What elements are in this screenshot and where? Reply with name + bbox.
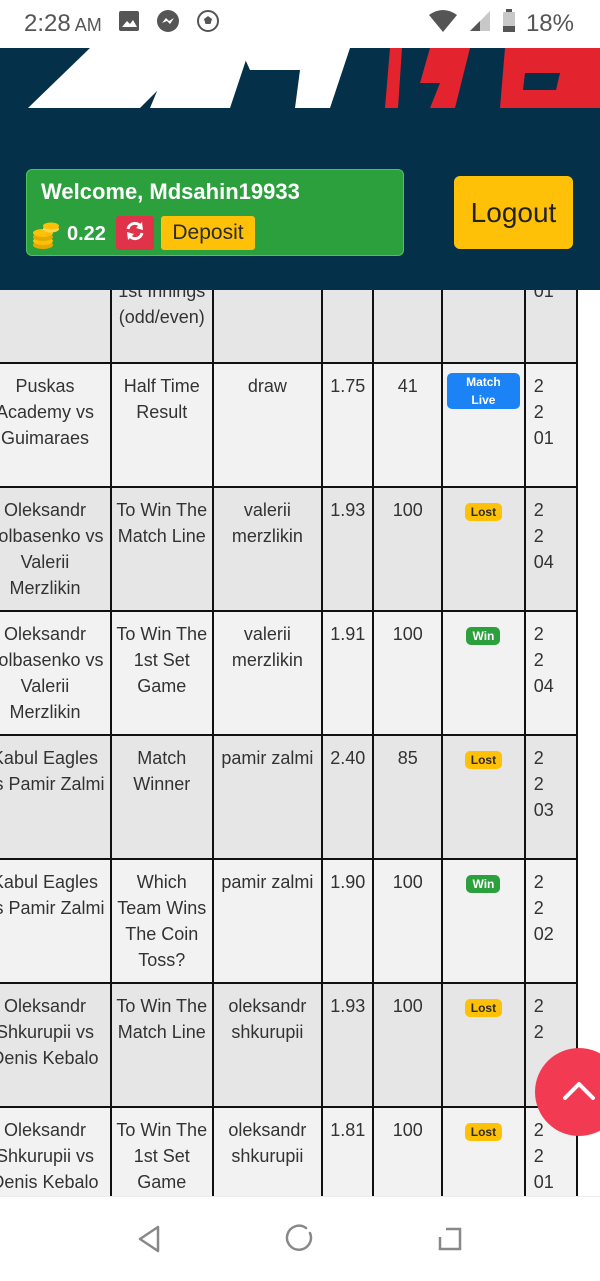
table-row: Oleksandr Kolbasenko vs Valerii Merzliki… [0,610,579,736]
table-row: Oleksandr Shkurupii vs Denis Kebalo To W… [0,982,579,1108]
table-row: Kabul Eagles vs Pamir Zalmi Which Team W… [0,858,579,984]
date-cell: 2 2 03 [523,734,579,860]
table-row: 1st Innings (odd/even) 01 [0,290,579,364]
odds-cell: 1.75 [321,362,375,488]
match-cell: Kabul Eagles vs Pamir Zalmi [0,734,112,860]
market-cell: Match Winner [109,734,214,860]
bets-table-container[interactable]: 1st Innings (odd/even) 01 Puskas Academy… [0,290,600,1196]
match-cell: Oleksandr Kolbasenko vs Valerii Merzliki… [0,610,112,736]
odds-cell: 1.93 [321,982,375,1108]
status-badge: Lost [464,1123,503,1141]
odds-cell: 2.40 [321,734,375,860]
refresh-balance-button[interactable] [116,216,154,250]
date-cell: 2 2 04 [523,486,579,612]
clock: 2:28 AM [24,10,102,37]
odds-cell: 1.93 [321,486,375,612]
recents-icon[interactable] [432,1221,468,1257]
status-badge: Lost [464,751,503,769]
table-row: Kabul Eagles vs Pamir Zalmi Match Winner… [0,734,579,860]
match-cell: Oleksandr Shkurupii vs Denis Kebalo [0,1106,112,1196]
odds-cell: 1.91 [321,610,375,736]
date-cell: 2 2 04 [523,610,579,736]
status-cell: Win [441,858,526,984]
stake-cell: 100 [372,1106,444,1196]
app-header: Welcome, Mdsahin19933 0.22 Deposit Logou… [0,48,600,290]
odds-cell: 1.81 [321,1106,375,1196]
market-cell: To Win The Match Line [109,486,214,612]
match-cell: Kabul Eagles vs Pamir Zalmi [0,858,112,984]
brand-logo[interactable] [0,48,600,118]
wifi-icon [428,9,458,40]
back-icon[interactable] [132,1221,168,1257]
date-cell: 2 2 01 [523,362,579,488]
market-cell: 1st Innings (odd/even) [109,290,214,364]
status-bar: 2:28 AM 18% [0,0,600,48]
stake-cell: 85 [372,734,444,860]
signal-icon [468,9,492,40]
battery-icon [502,8,516,40]
status-badge: Match Live [447,373,520,409]
odds-cell: 1.90 [321,858,375,984]
refresh-icon [124,220,146,247]
selection-cell: draw [211,362,324,488]
stake-cell: 100 [372,486,444,612]
market-cell: To Win The 1st Set Game [109,610,214,736]
stake-cell: 41 [372,362,444,488]
selection-cell: valerii merzlikin [211,486,324,612]
status-cell: Match Live [441,362,526,488]
market-cell: Half Time Result [109,362,214,488]
status-badge: Win [466,627,501,645]
chevron-up-icon [562,1078,596,1107]
market-cell: To Win The Match Line [109,982,214,1108]
bets-table: 1st Innings (odd/even) 01 Puskas Academy… [0,290,579,1196]
messenger-icon [156,9,180,40]
image-icon [118,10,140,39]
status-cell: Lost [441,734,526,860]
stake-cell: 100 [372,982,444,1108]
status-badge: Win [466,875,501,893]
market-cell: To Win The 1st Set Game [109,1106,214,1196]
logout-button[interactable]: Logout [454,176,573,249]
selection-cell: oleksandr shkurupii [211,982,324,1108]
stake-cell: 100 [372,610,444,736]
welcome-text: Welcome, Mdsahin19933 [41,179,300,204]
system-nav-bar [0,1196,600,1281]
status-cell: Lost [441,486,526,612]
soccer-ball-icon [196,9,220,40]
selection-cell: pamir zalmi [211,734,324,860]
match-cell: Oleksandr Shkurupii vs Denis Kebalo [0,982,112,1108]
table-row: Puskas Academy vs Guimaraes Half Time Re… [0,362,579,488]
status-cell: Win [441,610,526,736]
status-cell: Lost [441,982,526,1108]
welcome-panel: Welcome, Mdsahin19933 0.22 Deposit [26,169,404,256]
date-cell: 2 2 02 [523,858,579,984]
match-cell: Oleksandr Kolbasenko vs Valerii Merzliki… [0,486,112,612]
selection-cell: oleksandr shkurupii [211,1106,324,1196]
coins-icon [31,220,61,250]
match-cell: Puskas Academy vs Guimaraes [0,362,112,488]
selection-cell: valerii merzlikin [211,610,324,736]
home-icon[interactable] [282,1221,318,1257]
date-cell: 01 [523,290,579,364]
stake-cell: 100 [372,858,444,984]
status-cell: Lost [441,1106,526,1196]
battery-percent: 18% [525,10,574,37]
market-cell: Which Team Wins The Coin Toss? [109,858,214,984]
table-row: Oleksandr Kolbasenko vs Valerii Merzliki… [0,486,579,612]
balance-amount: 0.22 [67,223,106,245]
status-badge: Lost [464,999,503,1017]
deposit-button[interactable]: Deposit [161,216,255,250]
table-row: Oleksandr Shkurupii vs Denis Kebalo To W… [0,1106,579,1196]
status-badge: Lost [464,503,503,521]
selection-cell: pamir zalmi [211,858,324,984]
